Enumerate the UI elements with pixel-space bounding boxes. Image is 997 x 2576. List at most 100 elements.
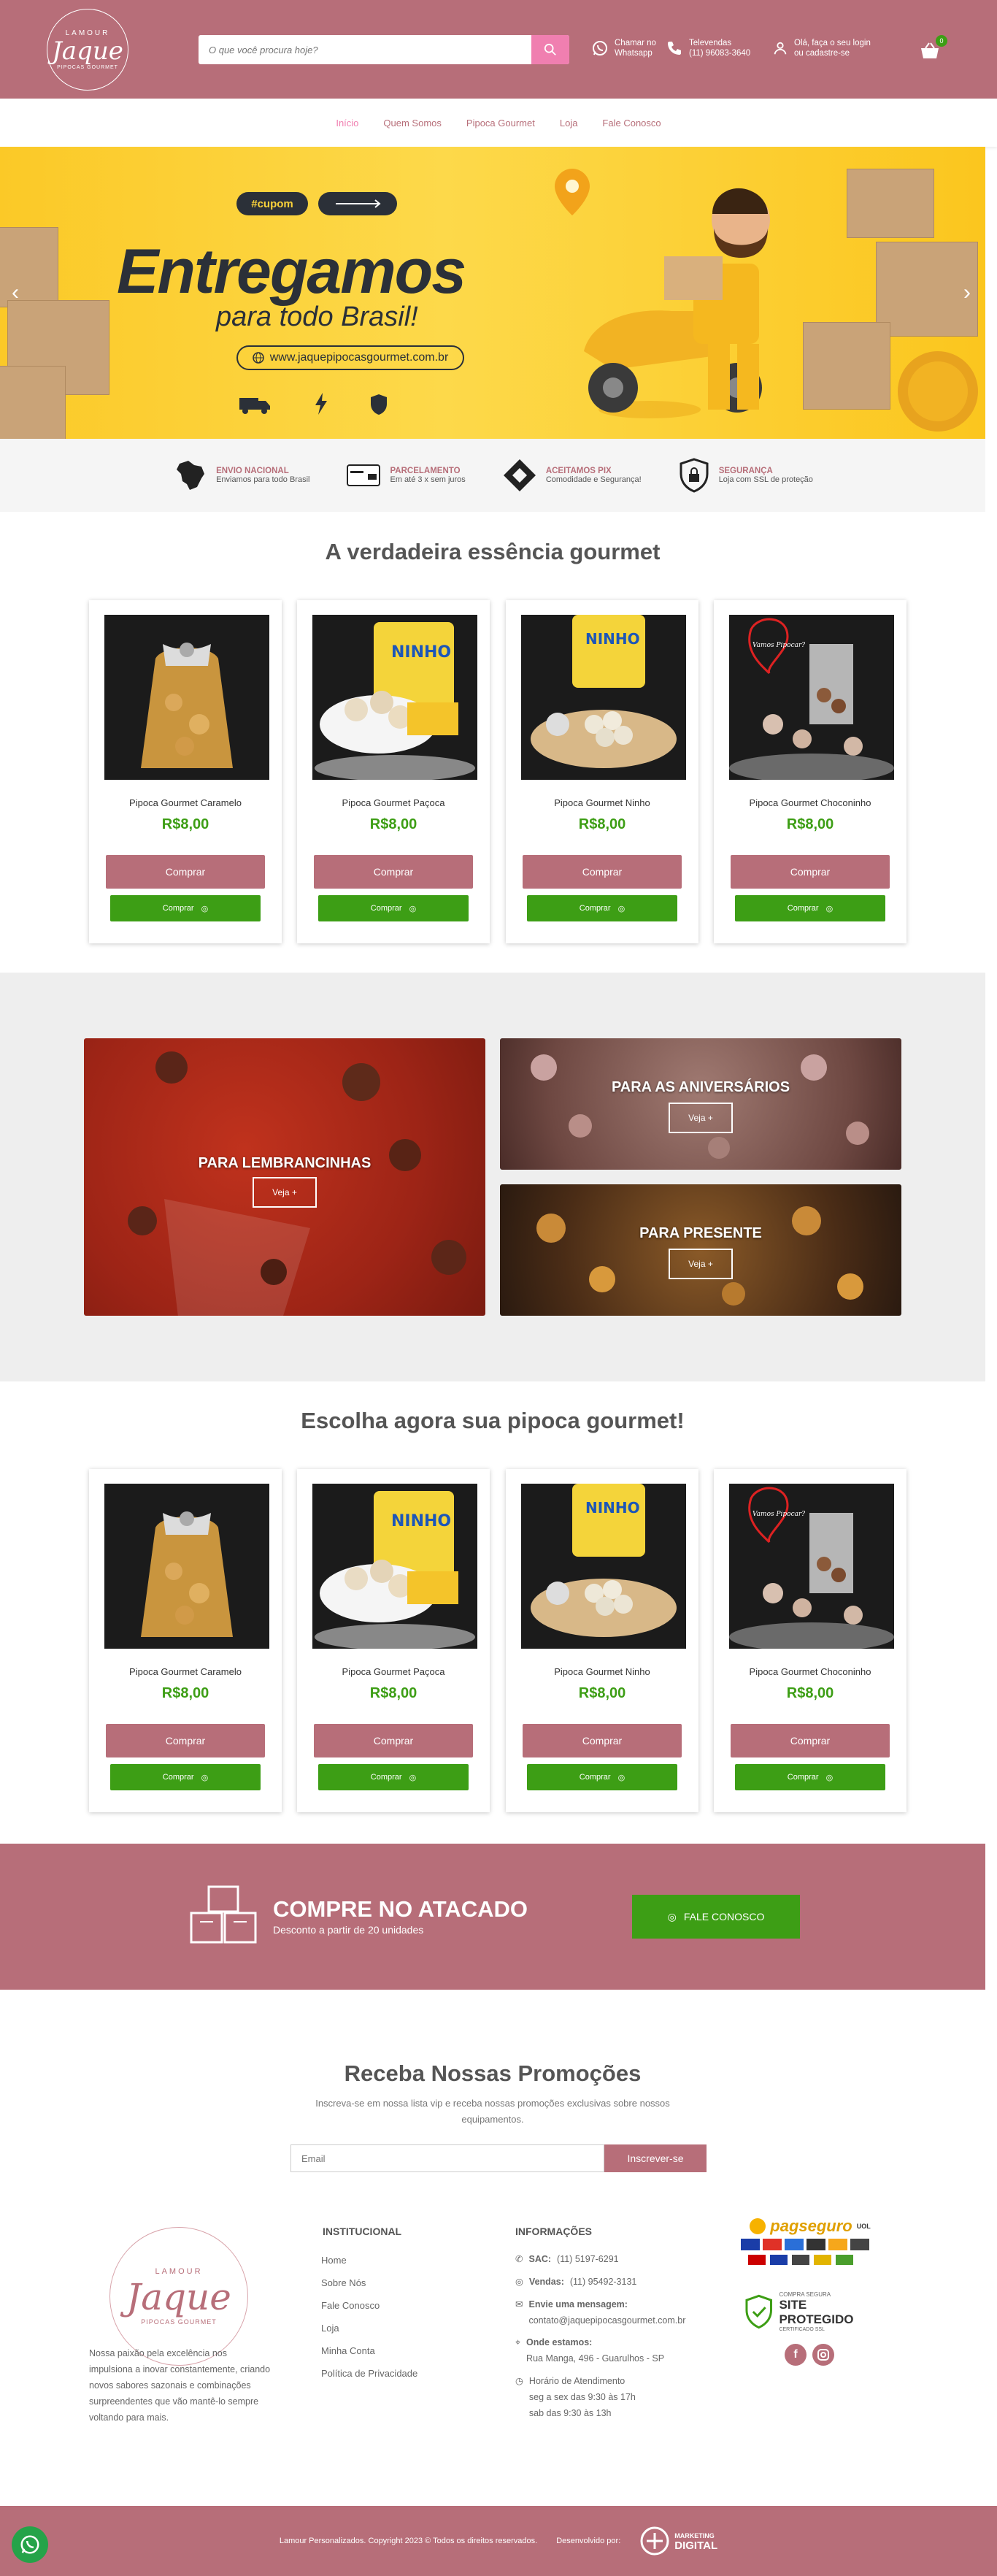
product-image[interactable]: NINHO [312,615,477,780]
buy-button[interactable]: Comprar [106,855,265,889]
category-button[interactable]: Veja + [669,1103,733,1133]
product-image[interactable]: NINHO [521,615,686,780]
section-title: A verdadeira essência gourmet [325,539,661,564]
developer-logo[interactable]: MARKETING DIGITAL [639,2526,717,2556]
buy-button[interactable]: Comprar [314,1724,473,1757]
category-presente[interactable]: PARA PRESENTE Veja + [500,1184,901,1316]
buy-button[interactable]: Comprar [731,855,890,889]
product-card[interactable]: Vamos Pipocar? Pipoca Gourmet Choconinho… [714,600,906,943]
cart-button[interactable]: 0 [918,35,947,64]
whatsapp-buy-button[interactable]: Comprar ◎ [527,895,677,921]
whatsapp-buy-button[interactable]: Comprar ◎ [110,1764,261,1790]
search-input[interactable] [199,35,531,64]
product-card[interactable]: Pipoca Gourmet Caramelo R$8,00 Comprar C… [89,600,282,943]
hero-url-text: www.jaquepipocasgourmet.com.br [269,351,449,364]
footer-link-loja[interactable]: Loja [321,2317,417,2339]
login-link[interactable]: Olá, faça o seu login ou cadastre-se [772,38,871,58]
secure-line3: CERTIFICADO SSL [779,2327,825,2332]
user-icon [774,42,787,55]
wholesale-contact-button[interactable]: ◎ FALE CONOSCO [632,1895,800,1939]
product-image[interactable]: Vamos Pipocar? [729,615,894,780]
whatsapp-icon: ◎ [617,904,625,913]
newsletter-subscribe-button[interactable]: Inscrever-se [604,2144,707,2172]
product-price: R$8,00 [161,816,209,832]
logo-bottom-text: PIPOCAS GOURMET [57,64,118,70]
footer-link-home[interactable]: Home [321,2249,417,2272]
hero-prev-button[interactable]: ‹ [4,278,26,307]
product-image[interactable] [104,1484,269,1649]
instagram-icon[interactable] [812,2344,834,2366]
product-card[interactable]: NINHO Pipoca Gourmet Ninho R$8,00 Compra… [506,600,698,943]
product-card[interactable]: NINHO Pipoca Gourmet Paçoca R$8,00 Compr… [297,1469,490,1812]
phone-icon: ✆ [515,2254,523,2264]
product-card[interactable]: Vamos Pipocar? Pipoca Gourmet Choconinho… [714,1469,906,1812]
footer-link-minha-conta[interactable]: Minha Conta [321,2339,417,2362]
product-name[interactable]: Pipoca Gourmet Caramelo [89,797,282,808]
buy-button[interactable]: Comprar [523,855,682,889]
product-name[interactable]: Pipoca Gourmet Choconinho [714,1666,906,1677]
nav-item-quem-somos[interactable]: Quem Somos [383,118,441,129]
product-name[interactable]: Pipoca Gourmet Choconinho [714,797,906,808]
phone-link[interactable]: Televendas (11) 96083-3640 [666,38,750,58]
buy-button[interactable]: Comprar [523,1724,682,1757]
pagseguro-sub: UOL [856,2223,871,2230]
product-name[interactable]: Pipoca Gourmet Paçoca [297,797,490,808]
product-name[interactable]: Pipoca Gourmet Ninho [506,797,698,808]
secure-line2: SITE PROTEGIDO [779,2298,854,2326]
whatsapp-buy-button[interactable]: Comprar ◎ [110,895,261,921]
buy-button[interactable]: Comprar [731,1724,890,1757]
category-aniversarios[interactable]: PARA AS ANIVERSÁRIOS Veja + [500,1038,901,1170]
product-card[interactable]: Pipoca Gourmet Caramelo R$8,00 Comprar C… [89,1469,282,1812]
feature-sub: Em até 3 x sem juros [390,475,466,484]
hours-saturday: sab das 9:30 às 13h [528,2408,612,2418]
logo[interactable]: LAMOUR Jaque PIPOCAS GOURMET [36,7,139,91]
nav-item-loja[interactable]: Loja [560,118,578,129]
hero-headline: Entregamos [117,237,466,307]
buy-button[interactable]: Comprar [106,1724,265,1757]
bottom-bar: Lamour Personalizados. Copyright 2023 © … [0,2506,997,2576]
newsletter-email-input[interactable] [290,2144,604,2172]
footer-link-fale-conosco[interactable]: Fale Conosco [321,2294,417,2317]
whatsapp-buy-button[interactable]: Comprar ◎ [318,895,469,921]
whatsapp-buy-button[interactable]: Comprar ◎ [318,1764,469,1790]
product-card[interactable]: NINHO Pipoca Gourmet Ninho R$8,00 Compra… [506,1469,698,1812]
nav-item-pipoca-gourmet[interactable]: Pipoca Gourmet [466,118,535,129]
newsletter-form: Inscrever-se [290,2144,707,2172]
hero-next-button[interactable]: › [956,278,978,307]
product-name[interactable]: Pipoca Gourmet Paçoca [297,1666,490,1677]
product-image[interactable] [104,615,269,780]
product-image[interactable]: NINHO [312,1484,477,1649]
hero-banner[interactable]: #cupom Entregamos para todo Brasil! www.… [0,147,985,439]
search-button[interactable] [531,35,569,64]
category-button[interactable]: Veja + [253,1177,317,1208]
product-name[interactable]: Pipoca Gourmet Caramelo [89,1666,282,1677]
whatsapp-buy-button[interactable]: Comprar ◎ [735,1764,885,1790]
category-title: PARA PRESENTE [639,1225,762,1241]
nav-item-fale-conosco[interactable]: Fale Conosco [602,118,661,129]
whatsapp-buy-label: Comprar [162,1773,194,1782]
footer-link-sobre[interactable]: Sobre Nós [321,2272,417,2294]
email-address[interactable]: contato@jaquepipocasgourmet.com.br [528,2312,685,2328]
sales-number[interactable]: (11) 95492-3131 [570,2274,637,2290]
category-button[interactable]: Veja + [669,1249,733,1279]
whatsapp-buy-button[interactable]: Comprar ◎ [527,1764,677,1790]
login-line2: ou cadastre-se [794,49,850,58]
floating-whatsapp-button[interactable] [12,2526,48,2563]
footer-inst-links: Home Sobre Nós Fale Conosco Loja Minha C… [321,2249,417,2385]
section-title: Escolha agora sua pipoca gourmet! [301,1408,685,1433]
product-image[interactable]: NINHO [521,1484,686,1649]
feature-envio: ENVIO NACIONAL Enviamos para todo Brasil [172,458,309,493]
facebook-icon[interactable]: f [785,2344,807,2366]
sac-number[interactable]: (11) 5197-6291 [557,2251,619,2267]
whatsapp-buy-button[interactable]: Comprar ◎ [735,895,885,921]
nav-item-inicio[interactable]: Início [336,118,358,129]
whatsapp-link[interactable]: Chamar no Whatsapp [591,38,656,58]
product-image[interactable]: Vamos Pipocar? [729,1484,894,1649]
product-name[interactable]: Pipoca Gourmet Ninho [506,1666,698,1677]
footer-link-privacidade[interactable]: Política de Privacidade [321,2362,417,2385]
product-card[interactable]: NINHO Pipoca Gourmet Paçoca R$8,00 Compr… [297,600,490,943]
wholesale-sub: Desconto a partir de 20 unidades [273,1924,424,1936]
category-lembrancinhas[interactable]: PARA LEMBRANCINHAS Veja + [84,1038,485,1316]
feature-title: ACEITAMOS PIX [545,467,612,475]
buy-button[interactable]: Comprar [314,855,473,889]
